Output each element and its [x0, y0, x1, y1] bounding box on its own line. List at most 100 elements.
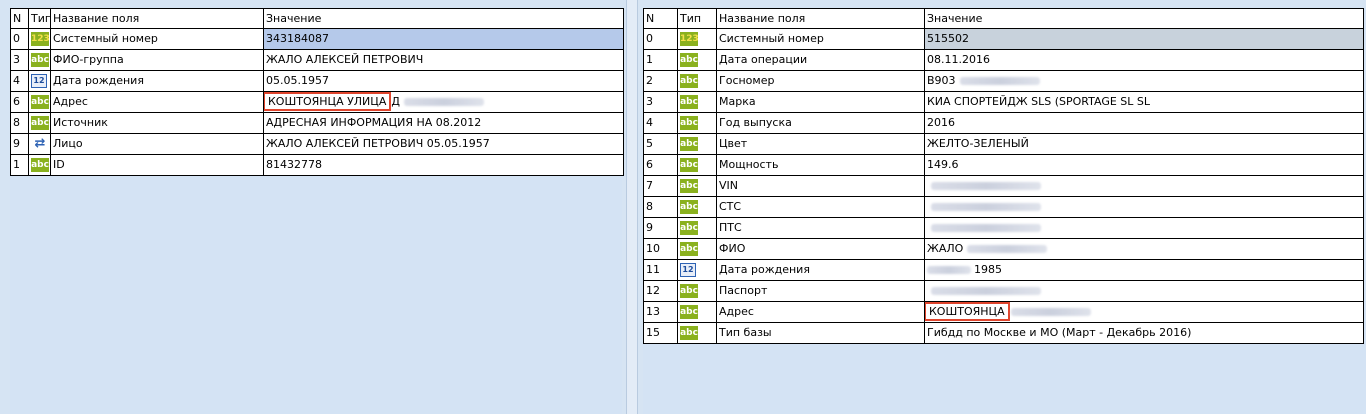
col-header-field[interactable]: Название поля	[716, 8, 925, 29]
row-type: 12	[28, 70, 51, 92]
value-suffix: 1985	[974, 263, 1002, 276]
field-value[interactable]: 2016	[924, 112, 1364, 134]
field-value[interactable]: 1985	[924, 259, 1364, 281]
value-text: ЖАЛО АЛЕКСЕЙ ПЕТРОВИЧ 05.05.1957	[266, 137, 490, 150]
row-number: 13	[643, 301, 678, 323]
row-number: 11	[643, 259, 678, 281]
row-number: 6	[10, 91, 29, 113]
table-row[interactable]: 3 abc ФИО-группа ЖАЛО АЛЕКСЕЙ ПЕТРОВИЧ	[10, 49, 624, 71]
field-value[interactable]: Гибдд по Москве и МО (Март - Декабрь 201…	[924, 322, 1364, 344]
field-name: Адрес	[50, 91, 264, 113]
link-icon: ⇄	[34, 136, 46, 151]
field-name: Системный номер	[50, 28, 264, 50]
table-row[interactable]: 9 ⇄ Лицо ЖАЛО АЛЕКСЕЙ ПЕТРОВИЧ 05.05.1957	[10, 133, 624, 155]
text-type-icon: abc	[31, 158, 49, 172]
text-type-icon: abc	[680, 200, 698, 214]
field-name: Дата операции	[716, 49, 925, 71]
field-value[interactable]	[924, 217, 1364, 239]
number-type-icon: 123	[31, 32, 50, 46]
row-type: abc	[677, 301, 717, 323]
value-text: 05.05.1957	[266, 74, 329, 87]
row-number: 4	[10, 70, 29, 92]
table-row[interactable]: 4 abc Год выпуска 2016	[643, 112, 1364, 134]
field-value[interactable]	[924, 280, 1364, 302]
table-row[interactable]: 8 abc СТС	[643, 196, 1364, 218]
row-type: abc	[677, 196, 717, 218]
field-value[interactable]: 149.6	[924, 154, 1364, 176]
table-row[interactable]: 7 abc VIN	[643, 175, 1364, 197]
table-row[interactable]: 6 abc Мощность 149.6	[643, 154, 1364, 176]
text-type-icon: abc	[680, 74, 698, 88]
row-number: 1	[643, 49, 678, 71]
field-value[interactable]	[924, 175, 1364, 197]
row-number: 10	[643, 238, 678, 260]
field-value[interactable]: КИА СПОРТЕЙДЖ SLS (SPORTAGE SL SL	[924, 91, 1364, 113]
redacted-text	[931, 287, 1041, 295]
table-row[interactable]: 9 abc ПТС	[643, 217, 1364, 239]
table-row[interactable]: 0 123 Системный номер 343184087	[10, 28, 624, 50]
table-row[interactable]: 1 abc ID 81432778	[10, 154, 624, 176]
text-type-icon: abc	[680, 242, 698, 256]
redacted-text	[931, 224, 1041, 232]
table-row[interactable]: 12 abc Паспорт	[643, 280, 1364, 302]
text-type-icon: abc	[31, 116, 49, 130]
table-row[interactable]: 3 abc Марка КИА СПОРТЕЙДЖ SLS (SPORTAGE SL …	[643, 91, 1364, 113]
table-row[interactable]: 8 abc Источник АДРЕСНАЯ ИНФОРМАЦИЯ НА 08.20…	[10, 112, 624, 134]
col-header-type[interactable]: Тип	[28, 8, 51, 29]
field-value[interactable]: ЖЕЛТО-ЗЕЛЕНЫЙ	[924, 133, 1364, 155]
right-fields-table: N Тип Название поля Значение 0 123 Системн…	[643, 8, 1364, 344]
row-type: 123	[28, 28, 51, 50]
field-value[interactable]: ЖАЛО	[924, 238, 1364, 260]
row-type: abc	[28, 154, 51, 176]
field-value[interactable]: КОШТОЯНЦА	[924, 301, 1364, 323]
field-name: ФИО-группа	[50, 49, 264, 71]
row-type: abc	[677, 322, 717, 344]
redacted-text	[959, 77, 1040, 85]
table-row[interactable]: 0 123 Системный номер 515502	[643, 28, 1364, 50]
right-record-panel: N Тип Название поля Значение 0 123 Системн…	[643, 8, 1366, 414]
col-header-type[interactable]: Тип	[677, 8, 717, 29]
table-row[interactable]: 10 abc ФИО ЖАЛО	[643, 238, 1364, 260]
table-row[interactable]: 5 abc Цвет ЖЕЛТО-ЗЕЛЕНЫЙ	[643, 133, 1364, 155]
field-value[interactable]: 81432778	[263, 154, 624, 176]
col-header-value[interactable]: Значение	[263, 8, 624, 29]
field-value[interactable]: 05.05.1957	[263, 70, 624, 92]
row-type: abc	[677, 175, 717, 197]
col-header-value[interactable]: Значение	[924, 8, 1364, 29]
col-header-n[interactable]: N	[10, 8, 29, 29]
field-value[interactable]: В903	[924, 70, 1364, 92]
value-text: ЖЕЛТО-ЗЕЛЕНЫЙ	[927, 137, 1029, 150]
field-value[interactable]: ЖАЛО АЛЕКСЕЙ ПЕТРОВИЧ	[263, 49, 624, 71]
field-value[interactable]: 515502	[924, 28, 1364, 50]
field-value[interactable]: 08.11.2016	[924, 49, 1364, 71]
redacted-text	[931, 203, 1041, 211]
field-value[interactable]: 343184087	[263, 28, 624, 50]
calendar-icon: 12	[680, 263, 696, 277]
field-name: Дата рождения	[50, 70, 264, 92]
field-value[interactable]	[924, 196, 1364, 218]
field-name: Марка	[716, 91, 925, 113]
table-row[interactable]: 2 abc Госномер В903	[643, 70, 1364, 92]
redacted-text	[967, 245, 1048, 253]
row-type: abc	[677, 91, 717, 113]
value-text: В903	[927, 74, 956, 87]
text-type-icon: abc	[680, 284, 698, 298]
field-value[interactable]: КОШТОЯНЦА УЛИЦА Д	[263, 91, 624, 113]
table-row[interactable]: 1 abc Дата операции 08.11.2016	[643, 49, 1364, 71]
value-text: 515502	[927, 32, 969, 45]
table-row[interactable]: 15 abc Тип базы Гибдд по Москве и МО (Март …	[643, 322, 1364, 344]
table-row[interactable]: 13 abc Адрес КОШТОЯНЦА	[643, 301, 1364, 323]
table-row[interactable]: 6 abc Адрес КОШТОЯНЦА УЛИЦА Д	[10, 91, 624, 113]
table-row[interactable]: 11 12 Дата рождения 1985	[643, 259, 1364, 281]
row-type: ⇄	[28, 133, 51, 155]
field-value[interactable]: ЖАЛО АЛЕКСЕЙ ПЕТРОВИЧ 05.05.1957	[263, 133, 624, 155]
left-record-panel: N Тип Название поля Значение 0 123 Системн…	[10, 8, 624, 414]
col-header-field[interactable]: Название поля	[50, 8, 264, 29]
table-row[interactable]: 4 12 Дата рождения 05.05.1957	[10, 70, 624, 92]
text-type-icon: abc	[680, 326, 698, 340]
field-value[interactable]: АДРЕСНАЯ ИНФОРМАЦИЯ НА 08.2012	[263, 112, 624, 134]
panel-splitter[interactable]	[626, 0, 638, 414]
redacted-text	[931, 182, 1041, 190]
col-header-n[interactable]: N	[643, 8, 678, 29]
row-number: 8	[10, 112, 29, 134]
